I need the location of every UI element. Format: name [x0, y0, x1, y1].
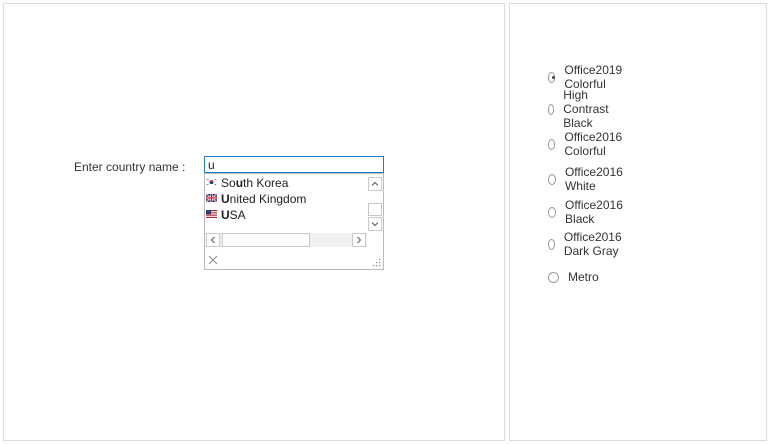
theme-option-metro[interactable]: Metro: [548, 269, 599, 285]
horizontal-scroll-thumb[interactable]: [222, 233, 310, 247]
suggestion-item[interactable]: USA: [206, 207, 246, 223]
chevron-down-icon: [371, 222, 379, 227]
country-field-label: Enter country name :: [74, 160, 186, 174]
suggestion-text: nited Kingdom: [229, 192, 307, 206]
theme-option-office2016-black[interactable]: Office2016 Black: [548, 198, 626, 226]
scroll-left-button[interactable]: [206, 233, 220, 247]
theme-option-office2019-colorful[interactable]: Office2019 Colorful: [548, 63, 626, 91]
theme-option-label: Office2016 Dark Gray: [563, 230, 622, 258]
radio-button[interactable]: [548, 271, 559, 283]
horizontal-scrollbar[interactable]: [206, 233, 367, 247]
chevron-left-icon: [210, 236, 215, 244]
country-autocomplete-input[interactable]: [204, 156, 384, 173]
radio-button[interactable]: [548, 206, 557, 218]
radio-button[interactable]: [548, 173, 556, 185]
suggestion-item[interactable]: South Korea: [206, 175, 288, 191]
theme-option-label: Office2016 Colorful: [564, 130, 623, 158]
south-korea-flag-icon: [206, 178, 217, 186]
theme-option-label: High Contrast Black: [563, 88, 609, 130]
theme-option-label: Office2016 Black: [565, 198, 623, 226]
scroll-right-button[interactable]: [352, 233, 366, 247]
theme-options-panel: Office2019 Colorful High Contrast Black …: [509, 3, 767, 441]
chevron-up-icon: [371, 181, 379, 186]
theme-option-office2016-white[interactable]: Office2016 White: [548, 165, 626, 193]
vertical-scrollbar[interactable]: [368, 177, 382, 231]
suggestion-match: U: [221, 208, 230, 222]
theme-option-office2016-dark-gray[interactable]: Office2016 Dark Gray: [548, 230, 626, 258]
scroll-down-button[interactable]: [368, 217, 382, 231]
radio-button[interactable]: [548, 71, 556, 83]
theme-option-label: Office2016 White: [564, 165, 623, 193]
uk-flag-icon: [206, 194, 217, 202]
theme-option-label: Metro: [568, 270, 599, 284]
suggestion-text: So: [221, 176, 236, 190]
demo-panel: Enter country name : South Korea: [3, 3, 505, 441]
radio-button[interactable]: [548, 138, 556, 150]
theme-option-label: Office2019 Colorful: [564, 63, 623, 91]
vertical-scroll-thumb[interactable]: [368, 203, 382, 216]
suggestion-match: u: [235, 176, 244, 190]
suggestion-text: SA: [229, 208, 246, 222]
suggestion-match: U: [221, 192, 230, 206]
theme-option-high-contrast-black[interactable]: High Contrast Black: [548, 88, 613, 130]
radio-button[interactable]: [548, 238, 555, 250]
autocomplete-dropdown: South Korea United Kingdom USA: [204, 173, 384, 270]
suggestion-item[interactable]: United Kingdom: [206, 191, 306, 207]
resize-grip-icon[interactable]: [373, 259, 381, 267]
scroll-up-button[interactable]: [368, 177, 382, 191]
close-icon[interactable]: [208, 255, 218, 265]
radio-button[interactable]: [548, 103, 555, 115]
theme-option-office2016-colorful[interactable]: Office2016 Colorful: [548, 130, 626, 158]
usa-flag-icon: [206, 210, 217, 218]
suggestion-text: th Korea: [243, 176, 289, 190]
chevron-right-icon: [357, 236, 362, 244]
suggestion-list: South Korea United Kingdom USA: [205, 174, 365, 232]
